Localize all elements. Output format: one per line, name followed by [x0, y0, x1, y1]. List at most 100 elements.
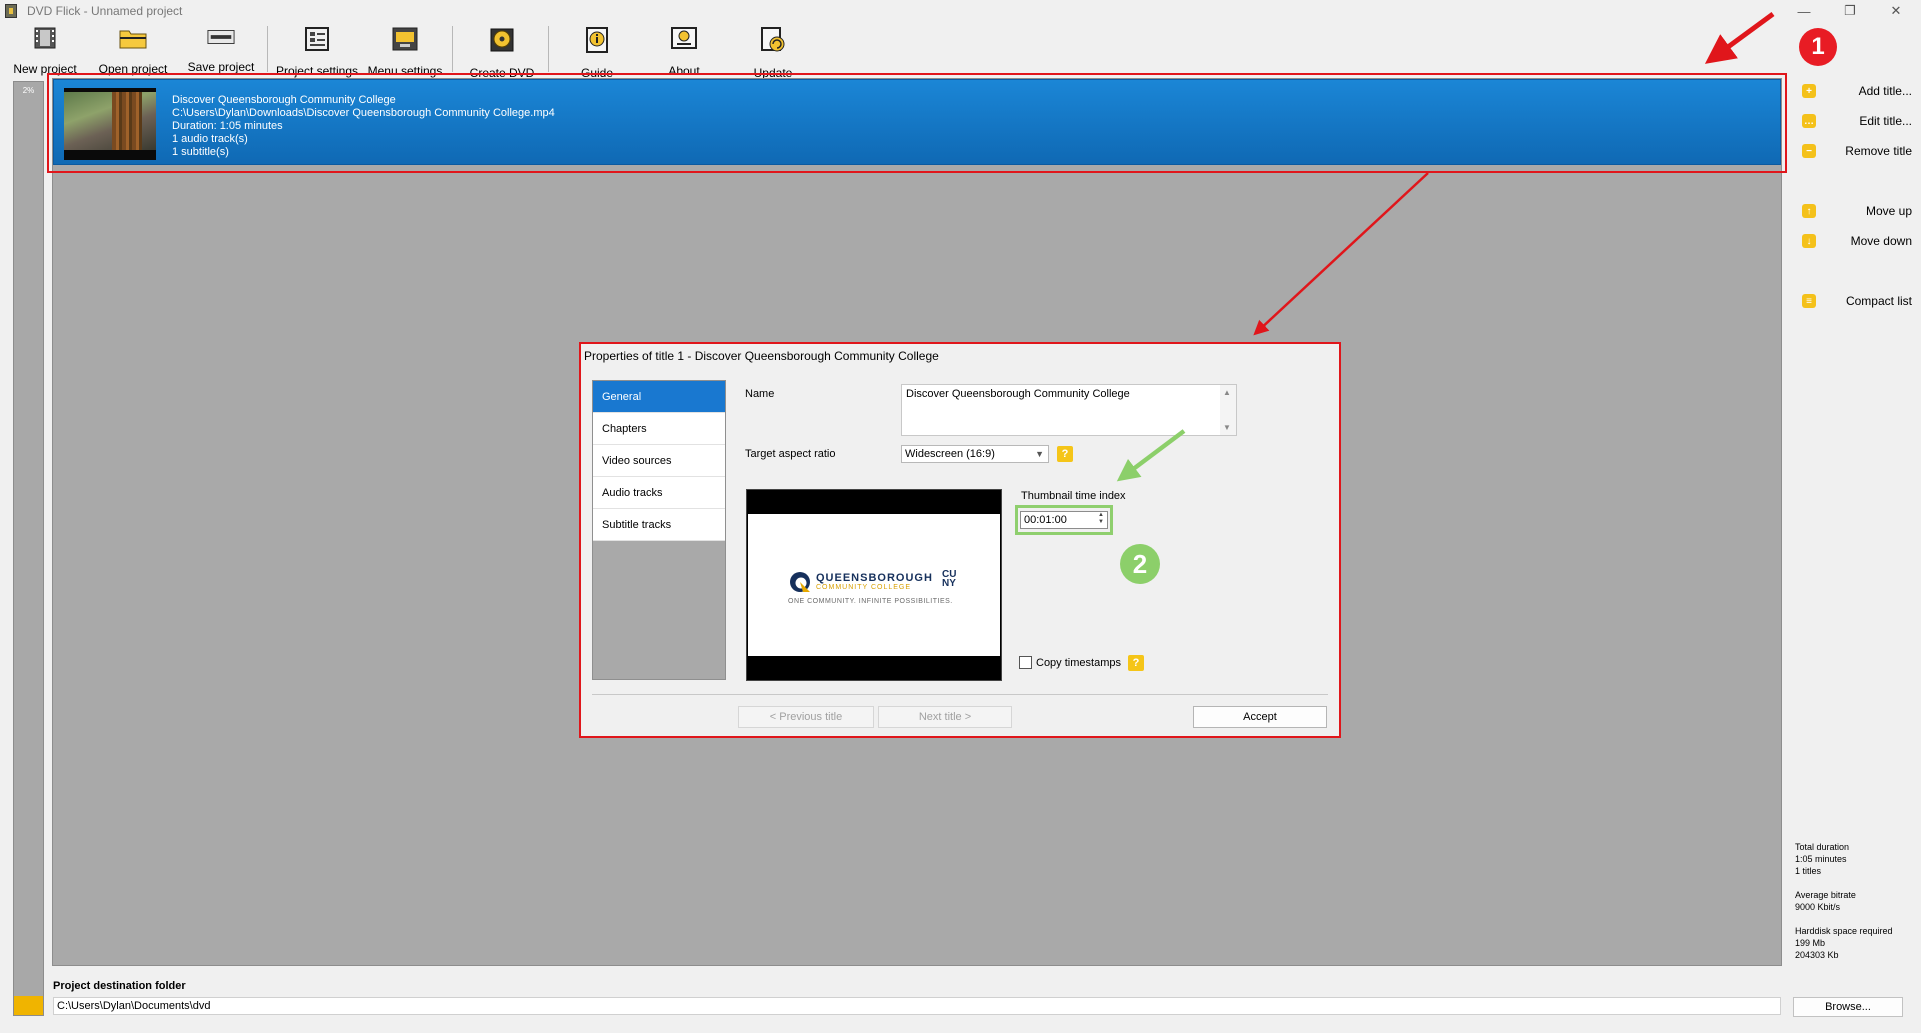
guide-button[interactable]: Guide [562, 22, 632, 80]
cuny-mark: CU NY [942, 569, 957, 589]
settings-icon [303, 26, 331, 52]
tab-chapters[interactable]: Chapters [593, 413, 725, 445]
qcc-logo: QUEENSBOROUGH COMMUNITY COLLEGE ONE COMM… [788, 570, 964, 610]
aspect-ratio-select[interactable]: Widescreen (16:9) ▼ [901, 445, 1049, 463]
stat-duration-value: 1:05 minutes [1795, 854, 1847, 864]
stat-space-kb: 204303 Kb [1795, 950, 1839, 960]
disc-icon [488, 26, 516, 54]
aspect-ratio-value: Widescreen (16:9) [905, 448, 995, 460]
project-stats: Total duration 1:05 minutes 1 titles Ave… [1795, 841, 1915, 961]
name-label: Name [745, 388, 775, 400]
browse-button[interactable]: Browse... [1793, 997, 1903, 1017]
plus-icon: + [1802, 84, 1816, 98]
minimize-button[interactable]: — [1781, 0, 1827, 22]
menu-settings-button[interactable]: Menu settings [364, 22, 446, 78]
remove-title-label: Remove title [1845, 144, 1912, 158]
stat-space-label: Harddisk space required [1795, 926, 1893, 936]
folder-icon [119, 26, 147, 50]
stat-bitrate-value: 9000 Kbit/s [1795, 902, 1841, 912]
move-down-label: Move down [1850, 234, 1912, 248]
annotation-badge-1: 1 [1799, 28, 1837, 66]
scroll-down-icon[interactable]: ▼ [1223, 423, 1231, 432]
right-sidebar: + Add title... … Edit title... − Remove … [1790, 78, 1921, 798]
accept-button[interactable]: Accept [1193, 706, 1327, 728]
toolbar-separator [548, 26, 549, 72]
tab-audio-tracks[interactable]: Audio tracks [593, 477, 725, 509]
name-textarea[interactable]: Discover Queensborough Community College… [901, 384, 1237, 436]
stat-duration-label: Total duration [1795, 842, 1850, 852]
update-button[interactable]: Update [738, 22, 808, 80]
chevron-down-icon: ▼ [1035, 449, 1044, 459]
name-value: Discover Queensborough Community College [906, 388, 1130, 400]
toolbar: New project Open project Save project Pr… [0, 22, 1780, 80]
dialog-tab-list: General Chapters Video sources Audio tra… [592, 380, 726, 680]
stat-space-mb: 199 Mb [1795, 938, 1826, 948]
create-dvd-button[interactable]: Create DVD [464, 22, 540, 80]
title-properties-dialog: Properties of title 1 - Discover Queensb… [579, 342, 1341, 738]
scroll-up-icon[interactable]: ▲ [1223, 388, 1231, 397]
aspect-ratio-label: Target aspect ratio [745, 448, 836, 460]
add-title-button[interactable]: + Add title... [1802, 82, 1912, 100]
qcc-q-mark-icon [790, 572, 810, 592]
move-up-label: Move up [1865, 204, 1912, 218]
move-up-button[interactable]: ↑ Move up [1802, 202, 1912, 220]
dialog-separator [592, 694, 1328, 695]
window-titlebar: DVD Flick - Unnamed project — ❐ ✕ [0, 0, 1921, 22]
destination-input[interactable] [53, 997, 1781, 1015]
app-icon [5, 4, 17, 18]
qcc-subline: COMMUNITY COLLEGE [816, 584, 912, 591]
time-spinner[interactable]: ▲ ▼ [1095, 512, 1107, 526]
annotation-box-title [47, 73, 1787, 173]
about-button[interactable]: About [649, 22, 719, 78]
dialog-title: Properties of title 1 - Discover Queensb… [584, 349, 939, 363]
close-button[interactable]: ✕ [1873, 0, 1919, 22]
progress-strip: 2% [13, 81, 44, 1016]
ellipsis-icon: … [1802, 114, 1816, 128]
previous-title-button[interactable]: < Previous title [738, 706, 874, 728]
copy-timestamps-control[interactable]: Copy timestamps [1019, 656, 1121, 669]
help-icon[interactable]: ? [1128, 655, 1144, 671]
move-down-button[interactable]: ↓ Move down [1802, 232, 1912, 250]
thumbnail-preview: QUEENSBOROUGH COMMUNITY COLLEGE ONE COMM… [746, 489, 1002, 681]
preview-frame: QUEENSBOROUGH COMMUNITY COLLEGE ONE COMM… [748, 514, 1000, 656]
edit-title-label: Edit title... [1859, 114, 1912, 128]
qcc-wordmark: QUEENSBOROUGH [816, 572, 933, 584]
next-title-button[interactable]: Next title > [878, 706, 1012, 728]
tab-subtitle-tracks[interactable]: Subtitle tracks [593, 509, 725, 541]
compact-list-button[interactable]: ≡ Compact list [1802, 292, 1912, 310]
guide-icon [583, 26, 611, 54]
tab-video-sources[interactable]: Video sources [593, 445, 725, 477]
help-icon[interactable]: ? [1057, 446, 1073, 462]
compact-icon: ≡ [1802, 294, 1816, 308]
update-icon [759, 26, 787, 54]
minus-icon: − [1802, 144, 1816, 158]
compact-list-label: Compact list [1845, 294, 1912, 308]
name-scrollbar[interactable]: ▲ ▼ [1220, 385, 1236, 435]
drive-icon [207, 26, 235, 48]
open-project-button[interactable]: Open project [96, 22, 170, 76]
add-title-label: Add title... [1858, 84, 1912, 98]
copy-timestamps-label: Copy timestamps [1036, 656, 1121, 669]
thumbnail-index-label: Thumbnail time index [1021, 490, 1126, 502]
stat-titles: 1 titles [1795, 866, 1822, 876]
tab-general[interactable]: General [593, 381, 725, 413]
film-icon [31, 26, 59, 50]
annotation-badge-2: 2 [1120, 544, 1160, 584]
save-project-label: Save project [187, 60, 255, 74]
menu-icon [391, 26, 419, 52]
restore-button[interactable]: ❐ [1827, 0, 1873, 22]
arrow-down-icon: ↓ [1802, 234, 1816, 248]
qcc-tagline: ONE COMMUNITY. INFINITE POSSIBILITIES. [788, 598, 953, 605]
destination-label: Project destination folder [53, 980, 186, 992]
project-settings-button[interactable]: Project settings [273, 22, 361, 78]
progress-fill [14, 996, 43, 1015]
stat-bitrate-label: Average bitrate [1795, 890, 1856, 900]
window-title: DVD Flick - Unnamed project [27, 4, 183, 18]
remove-title-button[interactable]: − Remove title [1802, 142, 1912, 160]
save-project-button[interactable]: Save project [184, 22, 258, 74]
edit-title-button[interactable]: … Edit title... [1802, 112, 1912, 130]
new-project-button[interactable]: New project [8, 22, 82, 76]
annotation-box-thumbnail-index: ▲▼ [1015, 505, 1113, 535]
arrow-up-icon: ↑ [1802, 204, 1816, 218]
copy-timestamps-checkbox[interactable] [1019, 656, 1032, 669]
